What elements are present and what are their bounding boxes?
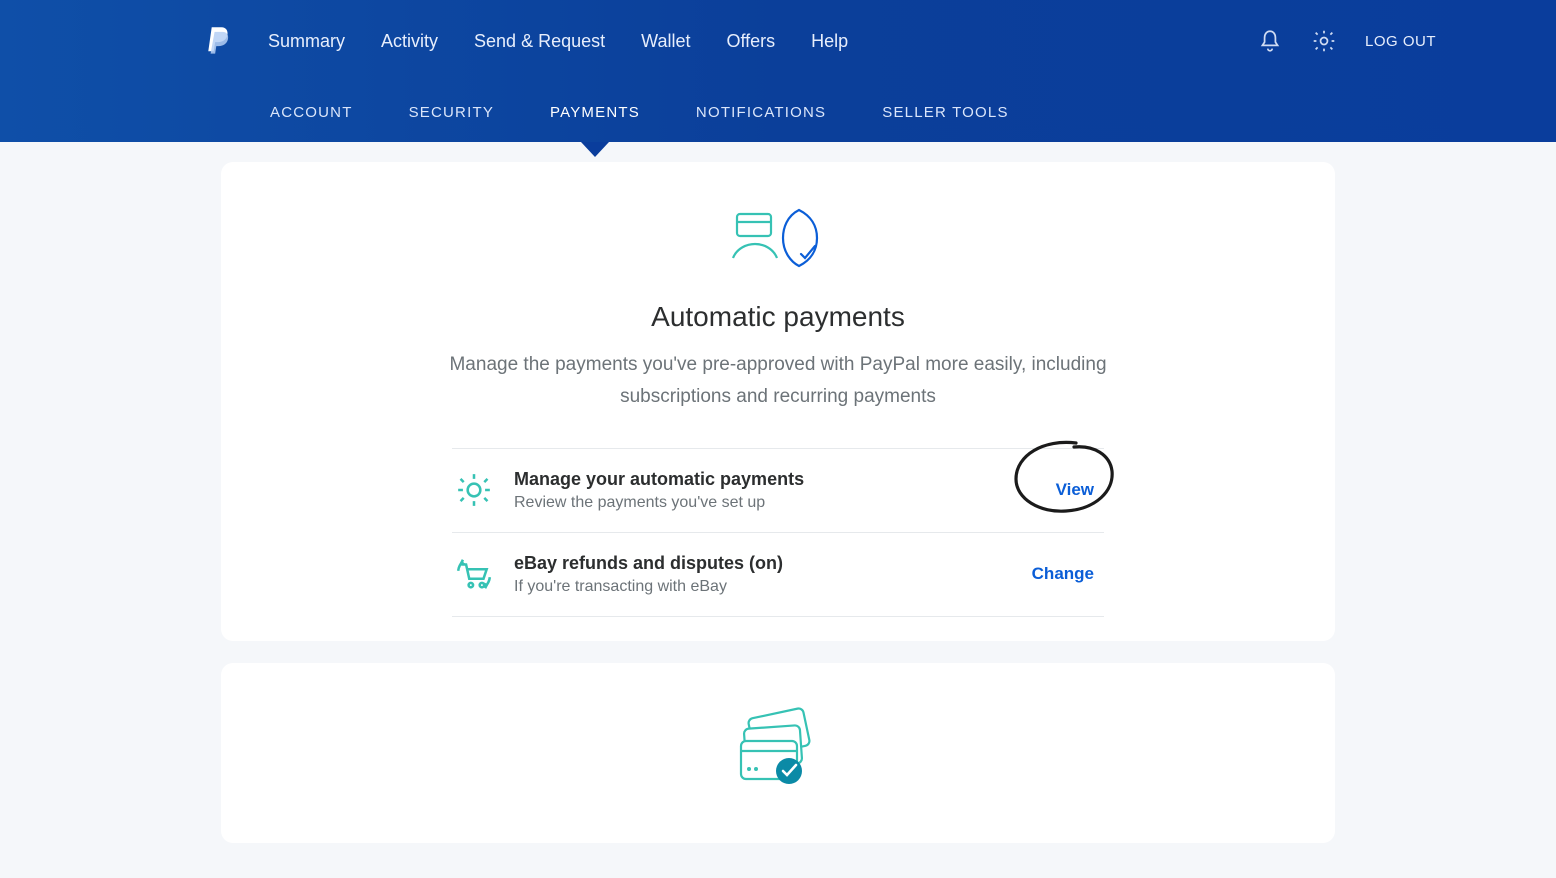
automatic-payments-card: Automatic payments Manage the payments y…: [221, 162, 1335, 641]
tab-security[interactable]: SECURITY: [409, 82, 494, 142]
tab-payments[interactable]: PAYMENTS: [550, 82, 640, 142]
row-subtitle: Review the payments you've set up: [514, 494, 1046, 512]
secondary-card: [221, 663, 1335, 843]
settings-gear-icon[interactable]: [1311, 28, 1337, 54]
header: Summary Activity Send & Request Wallet O…: [0, 0, 1556, 142]
row-subtitle: If you're transacting with eBay: [514, 578, 1022, 596]
paypal-logo-icon[interactable]: [204, 25, 232, 57]
main-container: Automatic payments Manage the payments y…: [221, 162, 1335, 843]
row-body: Manage your automatic payments Review th…: [514, 469, 1046, 512]
tab-seller-tools[interactable]: SELLER TOOLS: [882, 82, 1008, 142]
row-body: eBay refunds and disputes (on) If you're…: [514, 553, 1022, 596]
nav-wallet[interactable]: Wallet: [641, 31, 690, 52]
row-manage-automatic-payments: Manage your automatic payments Review th…: [452, 448, 1104, 532]
settings-subnav: ACCOUNT SECURITY PAYMENTS NOTIFICATIONS …: [0, 82, 1556, 142]
nav-activity[interactable]: Activity: [381, 31, 438, 52]
gear-icon: [452, 471, 496, 509]
view-link[interactable]: View: [1046, 472, 1104, 508]
topbar: Summary Activity Send & Request Wallet O…: [0, 0, 1556, 82]
row-ebay-refunds: eBay refunds and disputes (on) If you're…: [452, 532, 1104, 617]
card-hero: Automatic payments Manage the payments y…: [269, 204, 1287, 414]
cards-stack-icon: [723, 705, 833, 800]
logout-link[interactable]: LOG OUT: [1365, 33, 1436, 50]
primary-nav: Summary Activity Send & Request Wallet O…: [268, 31, 1257, 52]
nav-offers[interactable]: Offers: [726, 31, 775, 52]
cart-refresh-icon: [452, 555, 496, 593]
settings-rows: Manage your automatic payments Review th…: [452, 448, 1104, 617]
tab-notifications[interactable]: NOTIFICATIONS: [696, 82, 826, 142]
card-title: Automatic payments: [651, 301, 905, 333]
row-title: Manage your automatic payments: [514, 469, 1046, 490]
notifications-icon[interactable]: [1257, 28, 1283, 54]
nav-help[interactable]: Help: [811, 31, 848, 52]
automatic-payments-hero-icon: [723, 204, 833, 279]
card-description: Manage the payments you've pre-approved …: [448, 349, 1108, 414]
header-tools: LOG OUT: [1257, 28, 1556, 54]
tab-account[interactable]: ACCOUNT: [270, 82, 353, 142]
change-link[interactable]: Change: [1022, 556, 1104, 592]
nav-send-request[interactable]: Send & Request: [474, 31, 605, 52]
row-title: eBay refunds and disputes (on): [514, 553, 1022, 574]
nav-summary[interactable]: Summary: [268, 31, 345, 52]
